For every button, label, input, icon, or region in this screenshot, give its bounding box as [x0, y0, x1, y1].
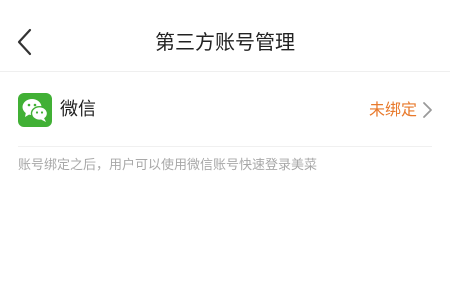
page-title: 第三方账号管理: [155, 30, 295, 54]
wechat-label: 微信: [60, 99, 96, 120]
binding-hint-text: 账号绑定之后，用户可以使用微信账号快速登录美菜: [18, 158, 318, 173]
wechat-icon: [18, 93, 52, 127]
page: 第三方账号管理 微信 未绑定 账号绑定之后，用户可以使用微信账号快速登录美菜: [0, 0, 450, 302]
navigation-bar: 第三方账号管理: [0, 0, 450, 72]
divider: [18, 146, 432, 147]
bind-status: 未绑定: [368, 100, 417, 119]
chevron-right-icon: [423, 102, 432, 118]
